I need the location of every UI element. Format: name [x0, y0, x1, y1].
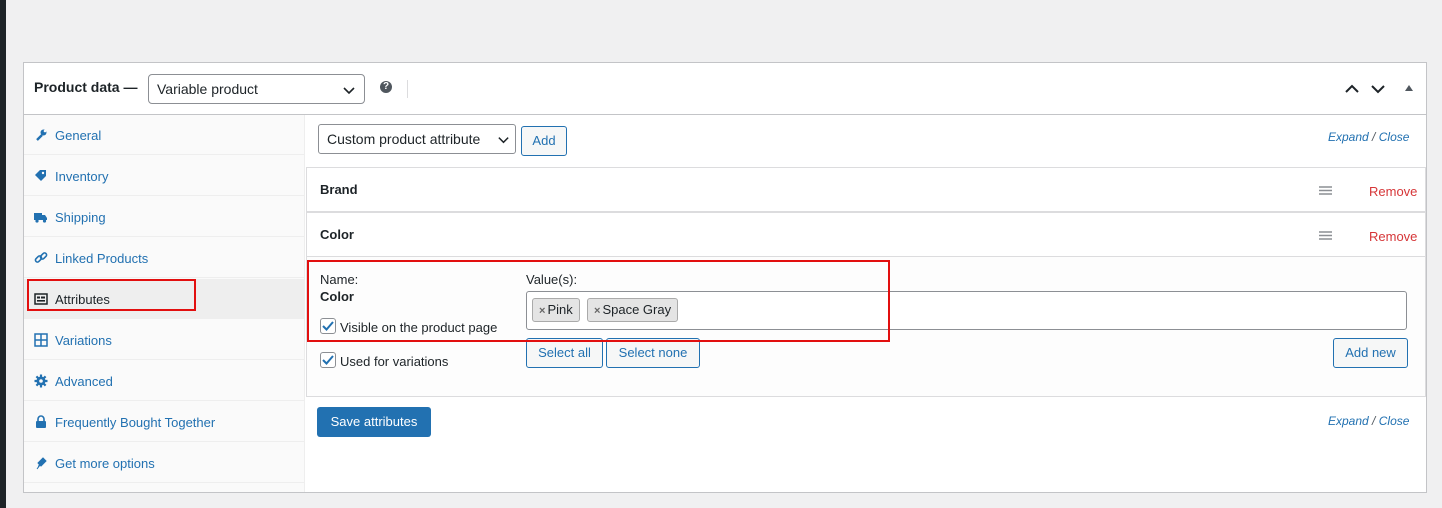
add-attribute-button[interactable]: Add: [521, 126, 567, 156]
tab-label: Linked Products: [55, 251, 149, 266]
chevron-down-icon: [498, 137, 509, 144]
product-type-value: Variable product: [157, 81, 258, 97]
tab-label: Frequently Bought Together: [55, 415, 216, 430]
attribute-name: Brand: [320, 182, 358, 197]
tab-label: Variations: [55, 333, 112, 348]
tab-inventory[interactable]: Inventory: [24, 156, 304, 196]
attribute-row-brand[interactable]: Brand Remove: [306, 167, 1426, 212]
close-link[interactable]: Close: [1379, 130, 1410, 144]
tab-linked-products[interactable]: Linked Products: [24, 238, 304, 278]
gear-icon: [34, 374, 48, 388]
close-link[interactable]: Close: [1379, 414, 1410, 428]
separator: /: [1372, 414, 1376, 428]
drag-handle-icon[interactable]: [1319, 186, 1332, 195]
toggle-panel-icon[interactable]: [1405, 85, 1413, 91]
attribute-name: Color: [320, 227, 354, 242]
select-none-button[interactable]: Select none: [606, 338, 700, 368]
help-icon[interactable]: ?: [380, 81, 392, 93]
remove-link[interactable]: Remove: [1369, 229, 1417, 244]
expand-close-top: Expand / Close: [1328, 130, 1409, 144]
highlight-box-attribute-values: [307, 260, 890, 342]
window-edge: [0, 0, 6, 508]
tab-get-more-options[interactable]: Get more options: [24, 443, 304, 483]
expand-link[interactable]: Expand: [1328, 414, 1369, 428]
truck-icon: [34, 213, 47, 223]
expand-close-bottom: Expand / Close: [1328, 414, 1409, 428]
product-type-select[interactable]: Variable product: [148, 74, 365, 104]
add-new-button[interactable]: Add new: [1333, 338, 1408, 368]
variations-checkbox[interactable]: [320, 352, 336, 368]
tab-frequently-bought-together[interactable]: Frequently Bought Together: [24, 402, 304, 442]
tab-label: Get more options: [55, 456, 155, 471]
tab-advanced[interactable]: Advanced: [24, 361, 304, 401]
tab-variations[interactable]: Variations: [24, 320, 304, 360]
tab-label: Inventory: [55, 169, 109, 184]
checkmark-icon: [322, 355, 334, 365]
panel-title: Product data —: [34, 79, 138, 95]
tab-general[interactable]: General: [24, 115, 304, 155]
grid-icon: [34, 333, 48, 347]
move-down-icon[interactable]: [1370, 81, 1386, 97]
expand-link[interactable]: Expand: [1328, 130, 1369, 144]
tab-label: Advanced: [55, 374, 113, 389]
attribute-select[interactable]: Custom product attribute: [318, 124, 516, 154]
link-icon: [34, 252, 48, 263]
attribute-select-value: Custom product attribute: [327, 131, 481, 147]
panel-header: Product data — Variable product ?: [24, 63, 1426, 115]
wrench-icon: [36, 129, 47, 141]
highlight-box-attributes-tab: [27, 279, 196, 311]
variations-label: Used for variations: [340, 354, 449, 369]
separator: /: [1372, 130, 1376, 144]
plugin-icon: [36, 457, 47, 470]
move-up-icon[interactable]: [1344, 81, 1360, 97]
lock-icon: [36, 415, 46, 428]
save-attributes-button[interactable]: Save attributes: [317, 407, 431, 437]
tab-label: Shipping: [55, 210, 106, 225]
drag-handle-icon[interactable]: [1319, 231, 1332, 240]
remove-link[interactable]: Remove: [1369, 184, 1417, 199]
chevron-down-icon: [343, 87, 355, 95]
tab-label: General: [55, 128, 102, 143]
tab-shipping[interactable]: Shipping: [24, 197, 304, 237]
divider: [407, 80, 408, 98]
attribute-row-color[interactable]: Color Remove: [306, 212, 1426, 257]
tag-icon: [35, 170, 46, 181]
select-all-button[interactable]: Select all: [526, 338, 603, 368]
